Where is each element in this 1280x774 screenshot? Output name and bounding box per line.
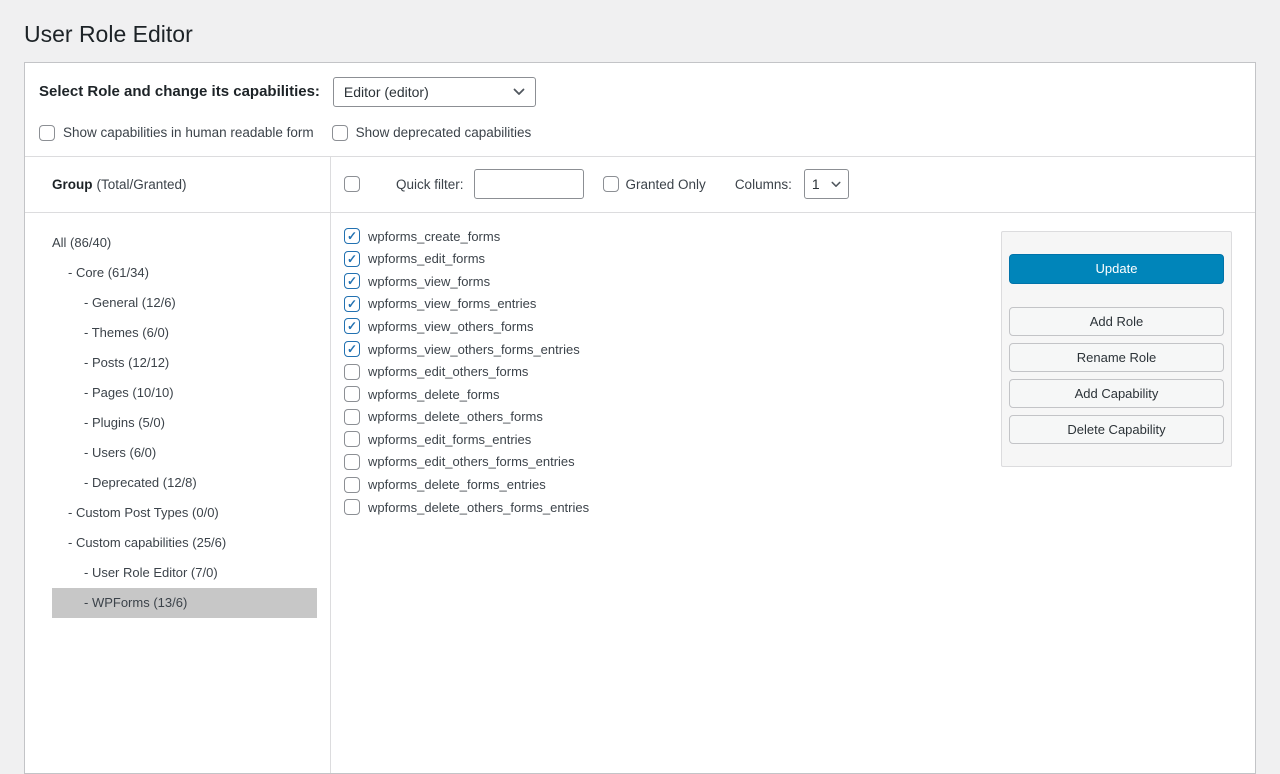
group-tree-item-wpforms[interactable]: - WPForms (13/6) bbox=[52, 588, 317, 618]
capabilities-body: wpforms_create_forms wpforms_edit_forms … bbox=[331, 213, 1255, 773]
group-tree-item-plugins[interactable]: - Plugins (5/0) bbox=[52, 408, 317, 438]
groups-sidebar: Group (Total/Granted) All (86/40) - Core … bbox=[25, 157, 331, 773]
group-tree-item-label: - Core (61/34) bbox=[68, 265, 149, 280]
quick-filter-label: Quick filter: bbox=[396, 177, 464, 192]
columns-select-value: 1 bbox=[812, 176, 820, 192]
group-tree-item-label: - Posts (12/12) bbox=[84, 355, 169, 370]
options-row: Show capabilities in human readable form… bbox=[25, 107, 1255, 156]
add-role-button[interactable]: Add Role bbox=[1009, 307, 1224, 336]
select-all-checkbox[interactable] bbox=[344, 176, 360, 192]
capability-name: wpforms_view_others_forms bbox=[368, 319, 533, 334]
capabilities-area: Quick filter: Granted Only Columns: 1 wp… bbox=[331, 157, 1255, 773]
group-tree-item-label: All (86/40) bbox=[52, 235, 111, 250]
groups-header-title: Group bbox=[52, 177, 93, 192]
human-readable-label[interactable]: Show capabilities in human readable form bbox=[63, 125, 314, 140]
capability-name: wpforms_view_forms bbox=[368, 274, 490, 289]
capability-checkbox[interactable] bbox=[344, 318, 360, 334]
admin-wrap: User Role Editor Select Role and change … bbox=[0, 0, 1280, 774]
groups-header: Group (Total/Granted) bbox=[25, 157, 330, 213]
capability-checkbox[interactable] bbox=[344, 251, 360, 267]
group-tree-item-custom-post-types[interactable]: - Custom Post Types (0/0) bbox=[52, 498, 317, 528]
quick-filter-input[interactable] bbox=[474, 169, 584, 199]
group-tree-item-label: - Users (6/0) bbox=[84, 445, 156, 460]
filter-row: Quick filter: Granted Only Columns: 1 bbox=[331, 157, 1255, 213]
chevron-down-icon bbox=[513, 88, 525, 96]
capability-checkbox[interactable] bbox=[344, 273, 360, 289]
capability-checkbox[interactable] bbox=[344, 364, 360, 380]
capability-checkbox[interactable] bbox=[344, 454, 360, 470]
group-tree-item-label: - Deprecated (12/8) bbox=[84, 475, 197, 490]
group-tree-item-label: - Themes (6/0) bbox=[84, 325, 169, 340]
capability-checkbox[interactable] bbox=[344, 409, 360, 425]
delete-capability-button[interactable]: Delete Capability bbox=[1009, 415, 1224, 444]
chevron-down-icon bbox=[831, 181, 841, 188]
capability-checkbox[interactable] bbox=[344, 228, 360, 244]
granted-only-checkbox[interactable] bbox=[603, 176, 619, 192]
granted-only-label[interactable]: Granted Only bbox=[626, 177, 706, 192]
capability-name: wpforms_edit_others_forms bbox=[368, 364, 528, 379]
capability-checkbox[interactable] bbox=[344, 341, 360, 357]
actions-panel: Update Add Role Rename Role Add Capability… bbox=[1001, 231, 1232, 467]
capability-row: wpforms_delete_forms_entries bbox=[344, 473, 1255, 496]
group-tree-item-label: - Pages (10/10) bbox=[84, 385, 174, 400]
group-tree-item-general[interactable]: - General (12/6) bbox=[52, 288, 317, 318]
group-tree-item-label: - User Role Editor (7/0) bbox=[84, 565, 218, 580]
capability-checkbox[interactable] bbox=[344, 296, 360, 312]
capability-name: wpforms_create_forms bbox=[368, 229, 500, 244]
capability-name: wpforms_delete_forms_entries bbox=[368, 477, 546, 492]
capability-checkbox[interactable] bbox=[344, 499, 360, 515]
group-tree-item-users[interactable]: - Users (6/0) bbox=[52, 438, 317, 468]
rename-role-button[interactable]: Rename Role bbox=[1009, 343, 1224, 372]
capability-name: wpforms_edit_forms bbox=[368, 251, 485, 266]
capability-checkbox[interactable] bbox=[344, 431, 360, 447]
columns-label: Columns: bbox=[735, 177, 792, 192]
columns-select[interactable]: 1 bbox=[804, 169, 849, 199]
group-tree-item-label: - Custom capabilities (25/6) bbox=[68, 535, 226, 550]
capability-name: wpforms_view_others_forms_entries bbox=[368, 342, 580, 357]
group-tree-item-posts[interactable]: - Posts (12/12) bbox=[52, 348, 317, 378]
capability-name: wpforms_delete_others_forms_entries bbox=[368, 500, 589, 515]
human-readable-checkbox[interactable] bbox=[39, 125, 55, 141]
capability-name: wpforms_edit_forms_entries bbox=[368, 432, 531, 447]
show-deprecated-checkbox[interactable] bbox=[332, 125, 348, 141]
group-tree-item-label: - WPForms (13/6) bbox=[84, 595, 187, 610]
groups-header-suffix: (Total/Granted) bbox=[97, 177, 187, 192]
group-tree-item-custom-capabilities[interactable]: - Custom capabilities (25/6) bbox=[52, 528, 317, 558]
role-select-value: Editor (editor) bbox=[344, 84, 429, 100]
group-tree-item-label: - General (12/6) bbox=[84, 295, 176, 310]
role-select-label: Select Role and change its capabilities: bbox=[39, 83, 320, 100]
capability-name: wpforms_delete_forms bbox=[368, 387, 500, 402]
capability-checkbox[interactable] bbox=[344, 386, 360, 402]
secondary-actions: Add Role Rename Role Add Capability Delete … bbox=[1009, 307, 1224, 444]
capability-checkbox[interactable] bbox=[344, 477, 360, 493]
capability-name: wpforms_edit_others_forms_entries bbox=[368, 454, 575, 469]
show-deprecated-label[interactable]: Show deprecated capabilities bbox=[356, 125, 532, 140]
add-capability-button[interactable]: Add Capability bbox=[1009, 379, 1224, 408]
capability-name: wpforms_view_forms_entries bbox=[368, 296, 536, 311]
update-button[interactable]: Update bbox=[1009, 254, 1224, 284]
group-tree-item-themes[interactable]: - Themes (6/0) bbox=[52, 318, 317, 348]
group-tree-item-label: - Custom Post Types (0/0) bbox=[68, 505, 219, 520]
group-tree: All (86/40) - Core (61/34) - General (12/6… bbox=[25, 213, 330, 618]
role-select[interactable]: Editor (editor) bbox=[333, 77, 536, 107]
group-tree-item-pages[interactable]: - Pages (10/10) bbox=[52, 378, 317, 408]
group-tree-item-all[interactable]: All (86/40) bbox=[52, 228, 317, 258]
group-tree-item-user-role-editor[interactable]: - User Role Editor (7/0) bbox=[52, 558, 317, 588]
group-tree-item-core[interactable]: - Core (61/34) bbox=[52, 258, 317, 288]
group-tree-item-deprecated[interactable]: - Deprecated (12/8) bbox=[52, 468, 317, 498]
capability-name: wpforms_delete_others_forms bbox=[368, 409, 543, 424]
editor-main: Group (Total/Granted) All (86/40) - Core … bbox=[25, 156, 1255, 773]
page-title: User Role Editor bbox=[24, 20, 1256, 49]
capability-row: wpforms_delete_others_forms_entries bbox=[344, 496, 1255, 519]
group-tree-item-label: - Plugins (5/0) bbox=[84, 415, 165, 430]
main-panel: Select Role and change its capabilities:… bbox=[24, 62, 1256, 774]
role-select-row: Select Role and change its capabilities:… bbox=[25, 63, 1255, 107]
